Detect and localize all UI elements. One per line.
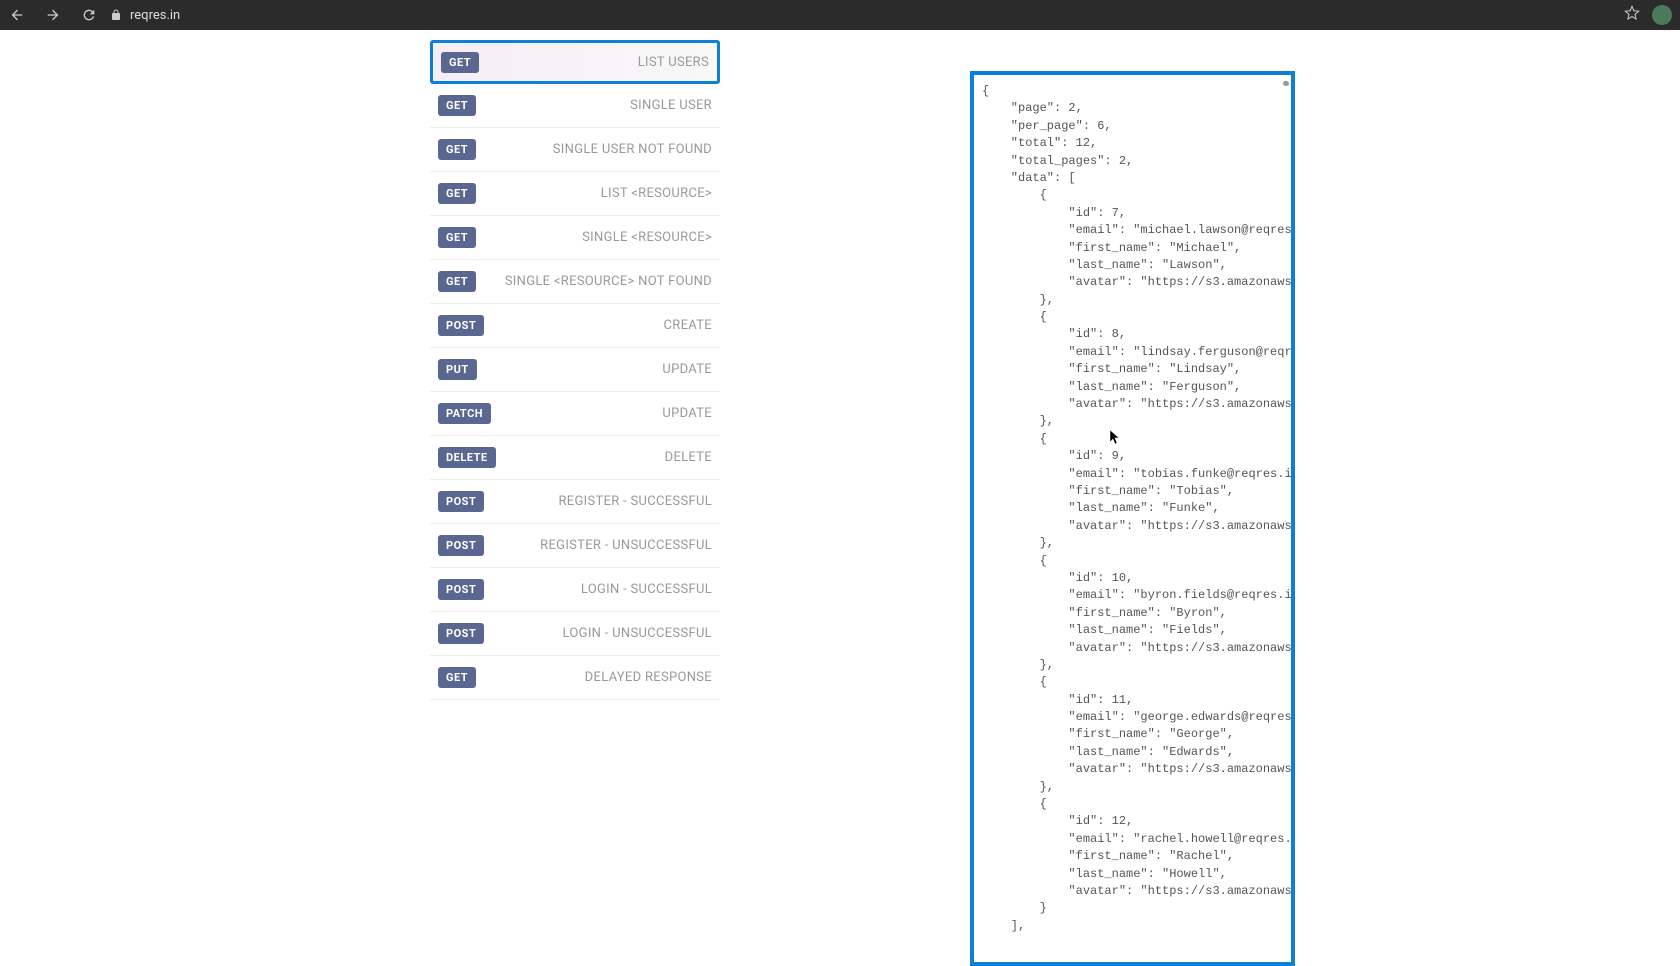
endpoint-item[interactable]: GET SINGLE <RESOURCE> NOT FOUND [430, 260, 720, 304]
reload-button[interactable] [80, 6, 98, 24]
endpoint-item[interactable]: GET SINGLE <RESOURCE> [430, 216, 720, 260]
endpoint-label: LIST <RESOURCE> [601, 186, 712, 201]
bookmark-star-icon[interactable] [1624, 5, 1640, 25]
endpoint-list: GET LIST USERS GET SINGLE USER GET SINGLE USE… [430, 40, 720, 700]
forward-button[interactable] [44, 6, 62, 24]
method-badge: POST [438, 535, 484, 556]
page-content: GET LIST USERS GET SINGLE USER GET SINGLE USE… [0, 30, 1680, 945]
method-badge: PUT [438, 359, 477, 380]
method-badge: PATCH [438, 403, 491, 424]
endpoint-label: SINGLE <RESOURCE> NOT FOUND [505, 274, 712, 289]
endpoint-label: UPDATE [662, 362, 712, 377]
endpoint-label: CREATE [664, 318, 712, 333]
back-button[interactable] [8, 6, 26, 24]
endpoint-label: REGISTER - UNSUCCESSFUL [540, 538, 712, 553]
endpoint-label: SINGLE USER [630, 98, 712, 113]
endpoint-item[interactable]: GET LIST USERS [430, 40, 720, 84]
method-badge: DELETE [438, 447, 496, 468]
url-text: reqres.in [130, 8, 180, 23]
endpoint-label: UPDATE [662, 406, 712, 421]
endpoint-label: LOGIN - SUCCESSFUL [581, 582, 712, 597]
method-badge: POST [438, 491, 484, 512]
endpoint-item[interactable]: DELETE DELETE [430, 436, 720, 480]
endpoint-label: SINGLE <RESOURCE> [582, 230, 712, 245]
method-badge: GET [438, 95, 476, 116]
method-badge: GET [441, 52, 479, 73]
endpoint-item[interactable]: GET LIST <RESOURCE> [430, 172, 720, 216]
endpoint-item[interactable]: GET SINGLE USER [430, 84, 720, 128]
nav-button-group [8, 6, 98, 24]
endpoint-item[interactable]: POST CREATE [430, 304, 720, 348]
browser-toolbar: reqres.in [0, 0, 1680, 30]
response-body[interactable]: { "page": 2, "per_page": 6, "total": 12,… [974, 75, 1291, 962]
endpoint-label: SINGLE USER NOT FOUND [553, 142, 712, 157]
address-bar[interactable]: reqres.in [110, 6, 1612, 25]
method-badge: GET [438, 227, 476, 248]
method-badge: POST [438, 579, 484, 600]
endpoint-item[interactable]: POST LOGIN - SUCCESSFUL [430, 568, 720, 612]
endpoint-item[interactable]: POST REGISTER - SUCCESSFUL [430, 480, 720, 524]
endpoint-item[interactable]: GET DELAYED RESPONSE [430, 656, 720, 700]
response-panel: { "page": 2, "per_page": 6, "total": 12,… [970, 71, 1295, 966]
endpoint-label: DELAYED RESPONSE [585, 670, 712, 685]
endpoint-label: REGISTER - SUCCESSFUL [558, 494, 712, 509]
method-badge: POST [438, 315, 484, 336]
endpoint-label: LOGIN - UNSUCCESSFUL [563, 626, 712, 641]
endpoint-label: LIST USERS [638, 55, 709, 70]
method-badge: GET [438, 667, 476, 688]
lock-icon [110, 6, 122, 25]
profile-avatar[interactable] [1652, 5, 1672, 25]
method-badge: GET [438, 139, 476, 160]
endpoint-item[interactable]: GET SINGLE USER NOT FOUND [430, 128, 720, 172]
browser-right-icons [1624, 5, 1672, 25]
endpoint-item[interactable]: POST REGISTER - UNSUCCESSFUL [430, 524, 720, 568]
endpoint-label: DELETE [665, 450, 712, 465]
endpoint-item[interactable]: PATCH UPDATE [430, 392, 720, 436]
method-badge: GET [438, 271, 476, 292]
endpoint-item[interactable]: PUT UPDATE [430, 348, 720, 392]
method-badge: POST [438, 623, 484, 644]
scrollbar-thumb[interactable] [1283, 81, 1289, 86]
endpoint-item[interactable]: POST LOGIN - UNSUCCESSFUL [430, 612, 720, 656]
method-badge: GET [438, 183, 476, 204]
